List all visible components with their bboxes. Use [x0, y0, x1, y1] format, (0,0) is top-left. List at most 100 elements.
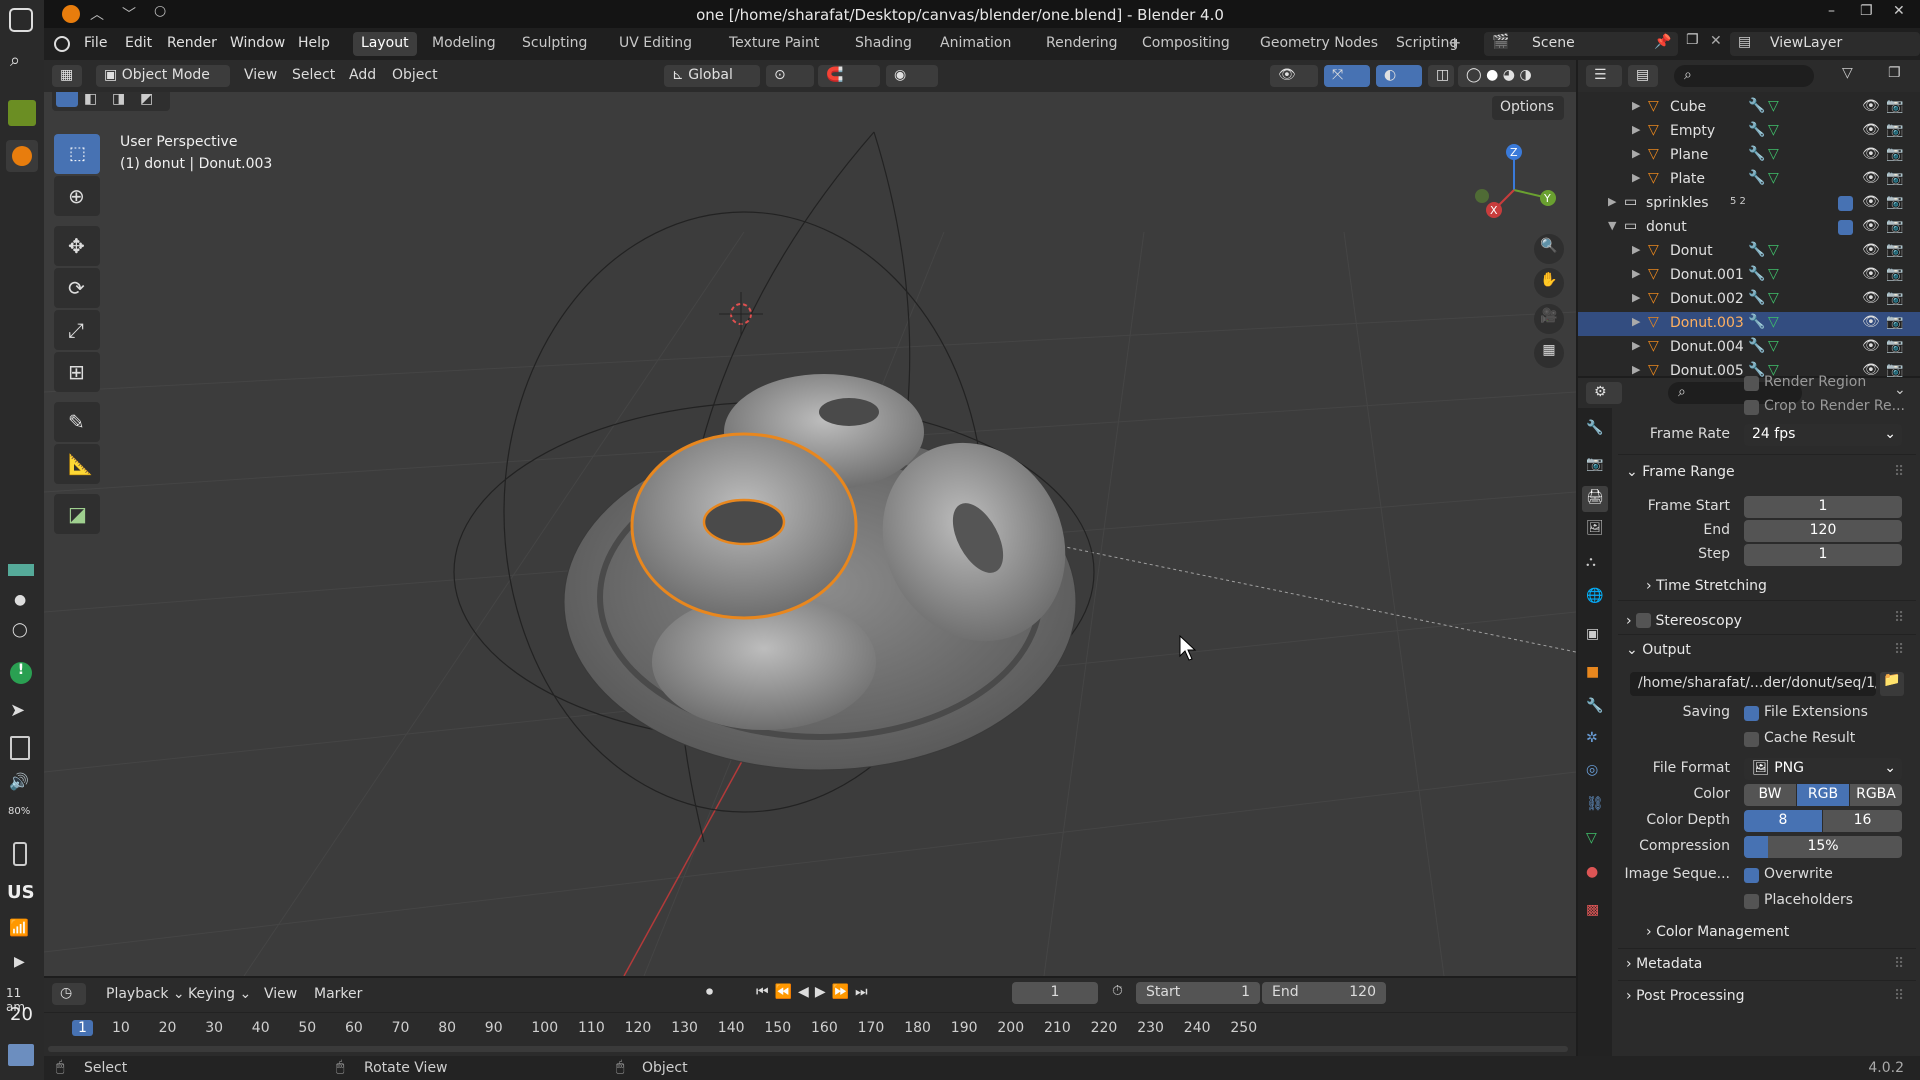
- maximize-icon[interactable]: ❐: [1860, 3, 1873, 19]
- volume-icon[interactable]: 🔊: [9, 772, 29, 791]
- menu-add[interactable]: Add: [349, 67, 376, 83]
- eye-icon[interactable]: 👁: [1862, 170, 1880, 186]
- close-icon[interactable]: ✕: [1893, 3, 1905, 19]
- scale-tool[interactable]: ⤢: [54, 310, 100, 350]
- tab-geometry-nodes[interactable]: Geometry Nodes: [1252, 32, 1386, 56]
- select-extend-icon[interactable]: ◧: [84, 92, 97, 107]
- camera-render-icon[interactable]: 📷: [1886, 266, 1903, 282]
- mesh-data-icon[interactable]: ▽: [1768, 98, 1779, 114]
- collection-include-checkbox[interactable]: [1838, 220, 1853, 235]
- drag-handle-icon[interactable]: ⠿: [1894, 610, 1904, 626]
- depth-16-option[interactable]: 16: [1823, 810, 1902, 832]
- modifier-icon[interactable]: 🔧: [1748, 266, 1765, 282]
- camera-render-icon[interactable]: 📷: [1886, 338, 1903, 354]
- camera-render-icon[interactable]: 📷: [1886, 194, 1903, 210]
- time-stretching-section[interactable]: › Time Stretching: [1646, 578, 1767, 594]
- eye-icon[interactable]: 👁: [1862, 290, 1880, 306]
- view-layer-tab-icon[interactable]: 🖼: [1586, 520, 1604, 536]
- tab-animation[interactable]: Animation: [932, 32, 1019, 56]
- overlay-toggle-icon[interactable]: ◐: [1376, 65, 1422, 87]
- camera-render-icon[interactable]: 📷: [1886, 242, 1903, 258]
- menu-help[interactable]: Help: [298, 35, 330, 51]
- color-rgba-option[interactable]: RGBA: [1850, 784, 1902, 806]
- select-box-tool[interactable]: ⬚: [54, 134, 100, 174]
- telegram-icon[interactable]: ➤: [10, 700, 25, 721]
- cursor-tool[interactable]: ⊕: [54, 176, 100, 216]
- frame-end-field[interactable]: 120: [1744, 520, 1902, 542]
- chevron-up-icon[interactable]: ︿: [90, 4, 104, 24]
- modifier-icon[interactable]: 🔧: [1748, 122, 1765, 138]
- expand-arrow-icon[interactable]: ▼: [1608, 219, 1616, 232]
- select-intersect-icon[interactable]: ◩: [140, 92, 153, 107]
- menu-view[interactable]: View: [244, 67, 277, 83]
- mesh-data-icon[interactable]: ▽: [1768, 242, 1779, 258]
- menu-playback[interactable]: Playback ⌄: [106, 986, 185, 1002]
- tab-sculpting[interactable]: Sculpting: [514, 32, 595, 56]
- modifier-icon[interactable]: 🔧: [1748, 290, 1765, 306]
- color-bw-option[interactable]: BW: [1744, 784, 1796, 806]
- output-tab-icon[interactable]: 🖨: [1582, 486, 1608, 512]
- chevron-down-icon[interactable]: ﹀: [122, 4, 136, 24]
- menu-edit[interactable]: Edit: [125, 35, 152, 51]
- tab-layout[interactable]: Layout: [353, 32, 417, 56]
- options-button[interactable]: Options: [1492, 96, 1564, 120]
- 3d-cursor-icon[interactable]: [719, 292, 763, 336]
- tab-rendering[interactable]: Rendering: [1038, 32, 1126, 56]
- menu-marker[interactable]: Marker: [314, 986, 362, 1002]
- donut-selected[interactable]: [630, 432, 858, 620]
- drag-handle-icon[interactable]: ⠿: [1894, 464, 1904, 480]
- folder-icon[interactable]: 📁: [1880, 672, 1904, 696]
- eye-icon[interactable]: 👁: [1862, 194, 1880, 210]
- stereoscopy-checkbox[interactable]: [1636, 613, 1652, 628]
- timeline-scrollbar[interactable]: [48, 1046, 1568, 1052]
- proportional-edit-icon[interactable]: ◉: [886, 65, 938, 87]
- display-mode-icon[interactable]: ▤: [1628, 65, 1658, 87]
- world-tab-icon[interactable]: 🌐: [1586, 588, 1603, 604]
- frame-start-field[interactable]: 1: [1744, 496, 1902, 518]
- record-icon[interactable]: ⏺: [706, 984, 713, 1000]
- clipboard-icon[interactable]: [10, 736, 30, 760]
- menu-view[interactable]: View: [264, 986, 297, 1002]
- next-keyframe-icon[interactable]: ⏩: [832, 984, 855, 1000]
- camera-render-icon[interactable]: 📷: [1886, 122, 1903, 138]
- minimize-icon[interactable]: –: [1828, 3, 1835, 19]
- chevron-down-icon[interactable]: ⌄: [1894, 382, 1906, 398]
- object-tab-icon[interactable]: ■: [1586, 664, 1599, 680]
- modifier-icon[interactable]: 🔧: [1748, 314, 1765, 330]
- cache-result-checkbox[interactable]: [1744, 732, 1759, 747]
- snap-icon[interactable]: 🧲: [818, 65, 880, 87]
- clock-icon[interactable]: ⏱: [1112, 983, 1123, 999]
- output-path-field[interactable]: /home/sharafat/...der/donut/seq/1/: [1630, 672, 1876, 696]
- circle-icon[interactable]: ○: [154, 3, 166, 19]
- modifier-icon[interactable]: 🔧: [1748, 146, 1765, 162]
- circle-outline-icon[interactable]: ◯: [12, 622, 28, 638]
- crop-checkbox[interactable]: [1744, 400, 1759, 415]
- desktop-icon[interactable]: [8, 1044, 34, 1066]
- camera-render-icon[interactable]: 📷: [1886, 98, 1903, 114]
- mesh-data-icon[interactable]: ▽: [1768, 314, 1779, 330]
- add-cube-tool[interactable]: ◪: [54, 494, 100, 534]
- file-format-dropdown[interactable]: 🖼 PNG ⌄: [1744, 758, 1902, 780]
- eye-icon[interactable]: 👁: [1862, 122, 1880, 138]
- menu-render[interactable]: Render: [167, 35, 217, 51]
- transform-tool[interactable]: ⊞: [54, 352, 100, 392]
- outliner-row[interactable]: ▼ ▭ donut 👁 📷: [1578, 216, 1920, 240]
- mesh-data-icon[interactable]: ▽: [1768, 266, 1779, 282]
- tab-texture-paint[interactable]: Texture Paint: [721, 32, 827, 56]
- physics-tab-icon[interactable]: ◎: [1586, 762, 1598, 778]
- properties-editor-icon[interactable]: ⚙: [1586, 382, 1622, 404]
- tab-modeling[interactable]: Modeling: [424, 32, 504, 56]
- camera-render-icon[interactable]: 📷: [1886, 218, 1903, 234]
- collection-tab-icon[interactable]: ▣: [1586, 626, 1599, 642]
- search-icon[interactable]: ⌕: [10, 50, 20, 71]
- eye-icon[interactable]: 👁: [1862, 98, 1880, 114]
- camera-render-icon[interactable]: 📷: [1886, 314, 1903, 330]
- outliner-search-input[interactable]: ⌕: [1674, 65, 1814, 87]
- jump-start-icon[interactable]: ⏮: [756, 984, 775, 1000]
- expand-arrow-icon[interactable]: ▶: [1632, 243, 1640, 256]
- menu-select[interactable]: Select: [292, 67, 335, 83]
- menu-window[interactable]: Window: [230, 35, 285, 51]
- color-management-section[interactable]: › Color Management: [1646, 924, 1789, 940]
- frame-rate-dropdown[interactable]: 24 fps ⌄: [1744, 424, 1902, 446]
- drag-handle-icon[interactable]: ⠿: [1894, 956, 1904, 972]
